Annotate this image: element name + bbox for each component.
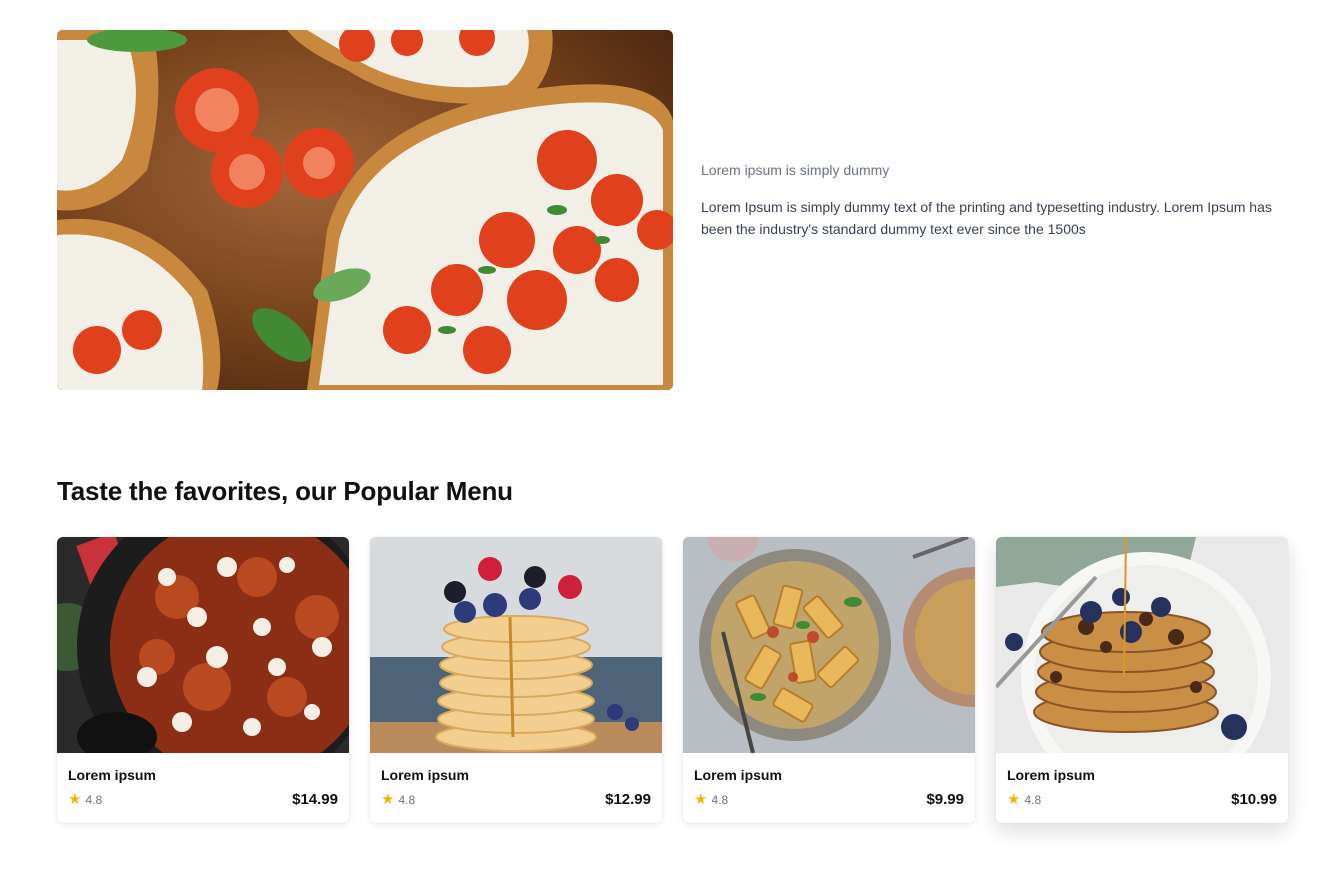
menu-card[interactable]: Lorem ipsum ★ 4.8 $14.99 <box>57 537 349 823</box>
popular-menu-list: Lorem ipsum ★ 4.8 $14.99 Lorem ipsum ★ 4… <box>57 537 1288 823</box>
rating-value: 4.8 <box>85 792 103 807</box>
menu-card-price: $12.99 <box>605 791 651 808</box>
menu-card-price: $9.99 <box>926 791 964 808</box>
star-icon: ★ <box>694 791 708 808</box>
star-icon: ★ <box>1007 791 1021 808</box>
hero-description: Lorem Ipsum is simply dummy text of the … <box>701 199 1272 237</box>
menu-card-name: Lorem ipsum <box>694 767 782 783</box>
star-icon: ★ <box>68 791 82 808</box>
menu-card-rating: ★ 4.8 <box>694 792 728 807</box>
menu-card-name: Lorem ipsum <box>381 767 469 783</box>
menu-card-image <box>370 537 662 753</box>
menu-card[interactable]: Lorem ipsum ★ 4.8 $10.99 <box>996 537 1288 823</box>
hero-subtitle: Lorem ipsum is simply dummy <box>701 162 890 178</box>
menu-card-name: Lorem ipsum <box>68 767 156 783</box>
menu-card-rating: ★ 4.8 <box>1007 792 1041 807</box>
menu-card-rating: ★ 4.8 <box>381 792 415 807</box>
hero-section: Lorem ipsum is simply dummy Lorem Ipsum … <box>57 30 1287 390</box>
rating-value: 4.8 <box>711 792 729 807</box>
menu-card[interactable]: Lorem ipsum ★ 4.8 $12.99 <box>370 537 662 823</box>
menu-card[interactable]: Lorem ipsum ★ 4.8 $9.99 <box>683 537 975 823</box>
popular-menu-title: Taste the favorites, our Popular Menu <box>57 476 513 506</box>
hero-text: Lorem ipsum is simply dummy Lorem Ipsum … <box>701 160 1281 240</box>
menu-card-price: $14.99 <box>292 791 338 808</box>
hero-image <box>57 30 673 390</box>
rating-value: 4.8 <box>398 792 416 807</box>
rating-value: 4.8 <box>1024 792 1042 807</box>
menu-card-image <box>57 537 349 753</box>
menu-card-rating: ★ 4.8 <box>68 792 102 807</box>
menu-card-name: Lorem ipsum <box>1007 767 1095 783</box>
menu-card-image <box>683 537 975 753</box>
menu-card-image <box>996 537 1288 753</box>
star-icon: ★ <box>381 791 395 808</box>
menu-card-price: $10.99 <box>1231 791 1277 808</box>
